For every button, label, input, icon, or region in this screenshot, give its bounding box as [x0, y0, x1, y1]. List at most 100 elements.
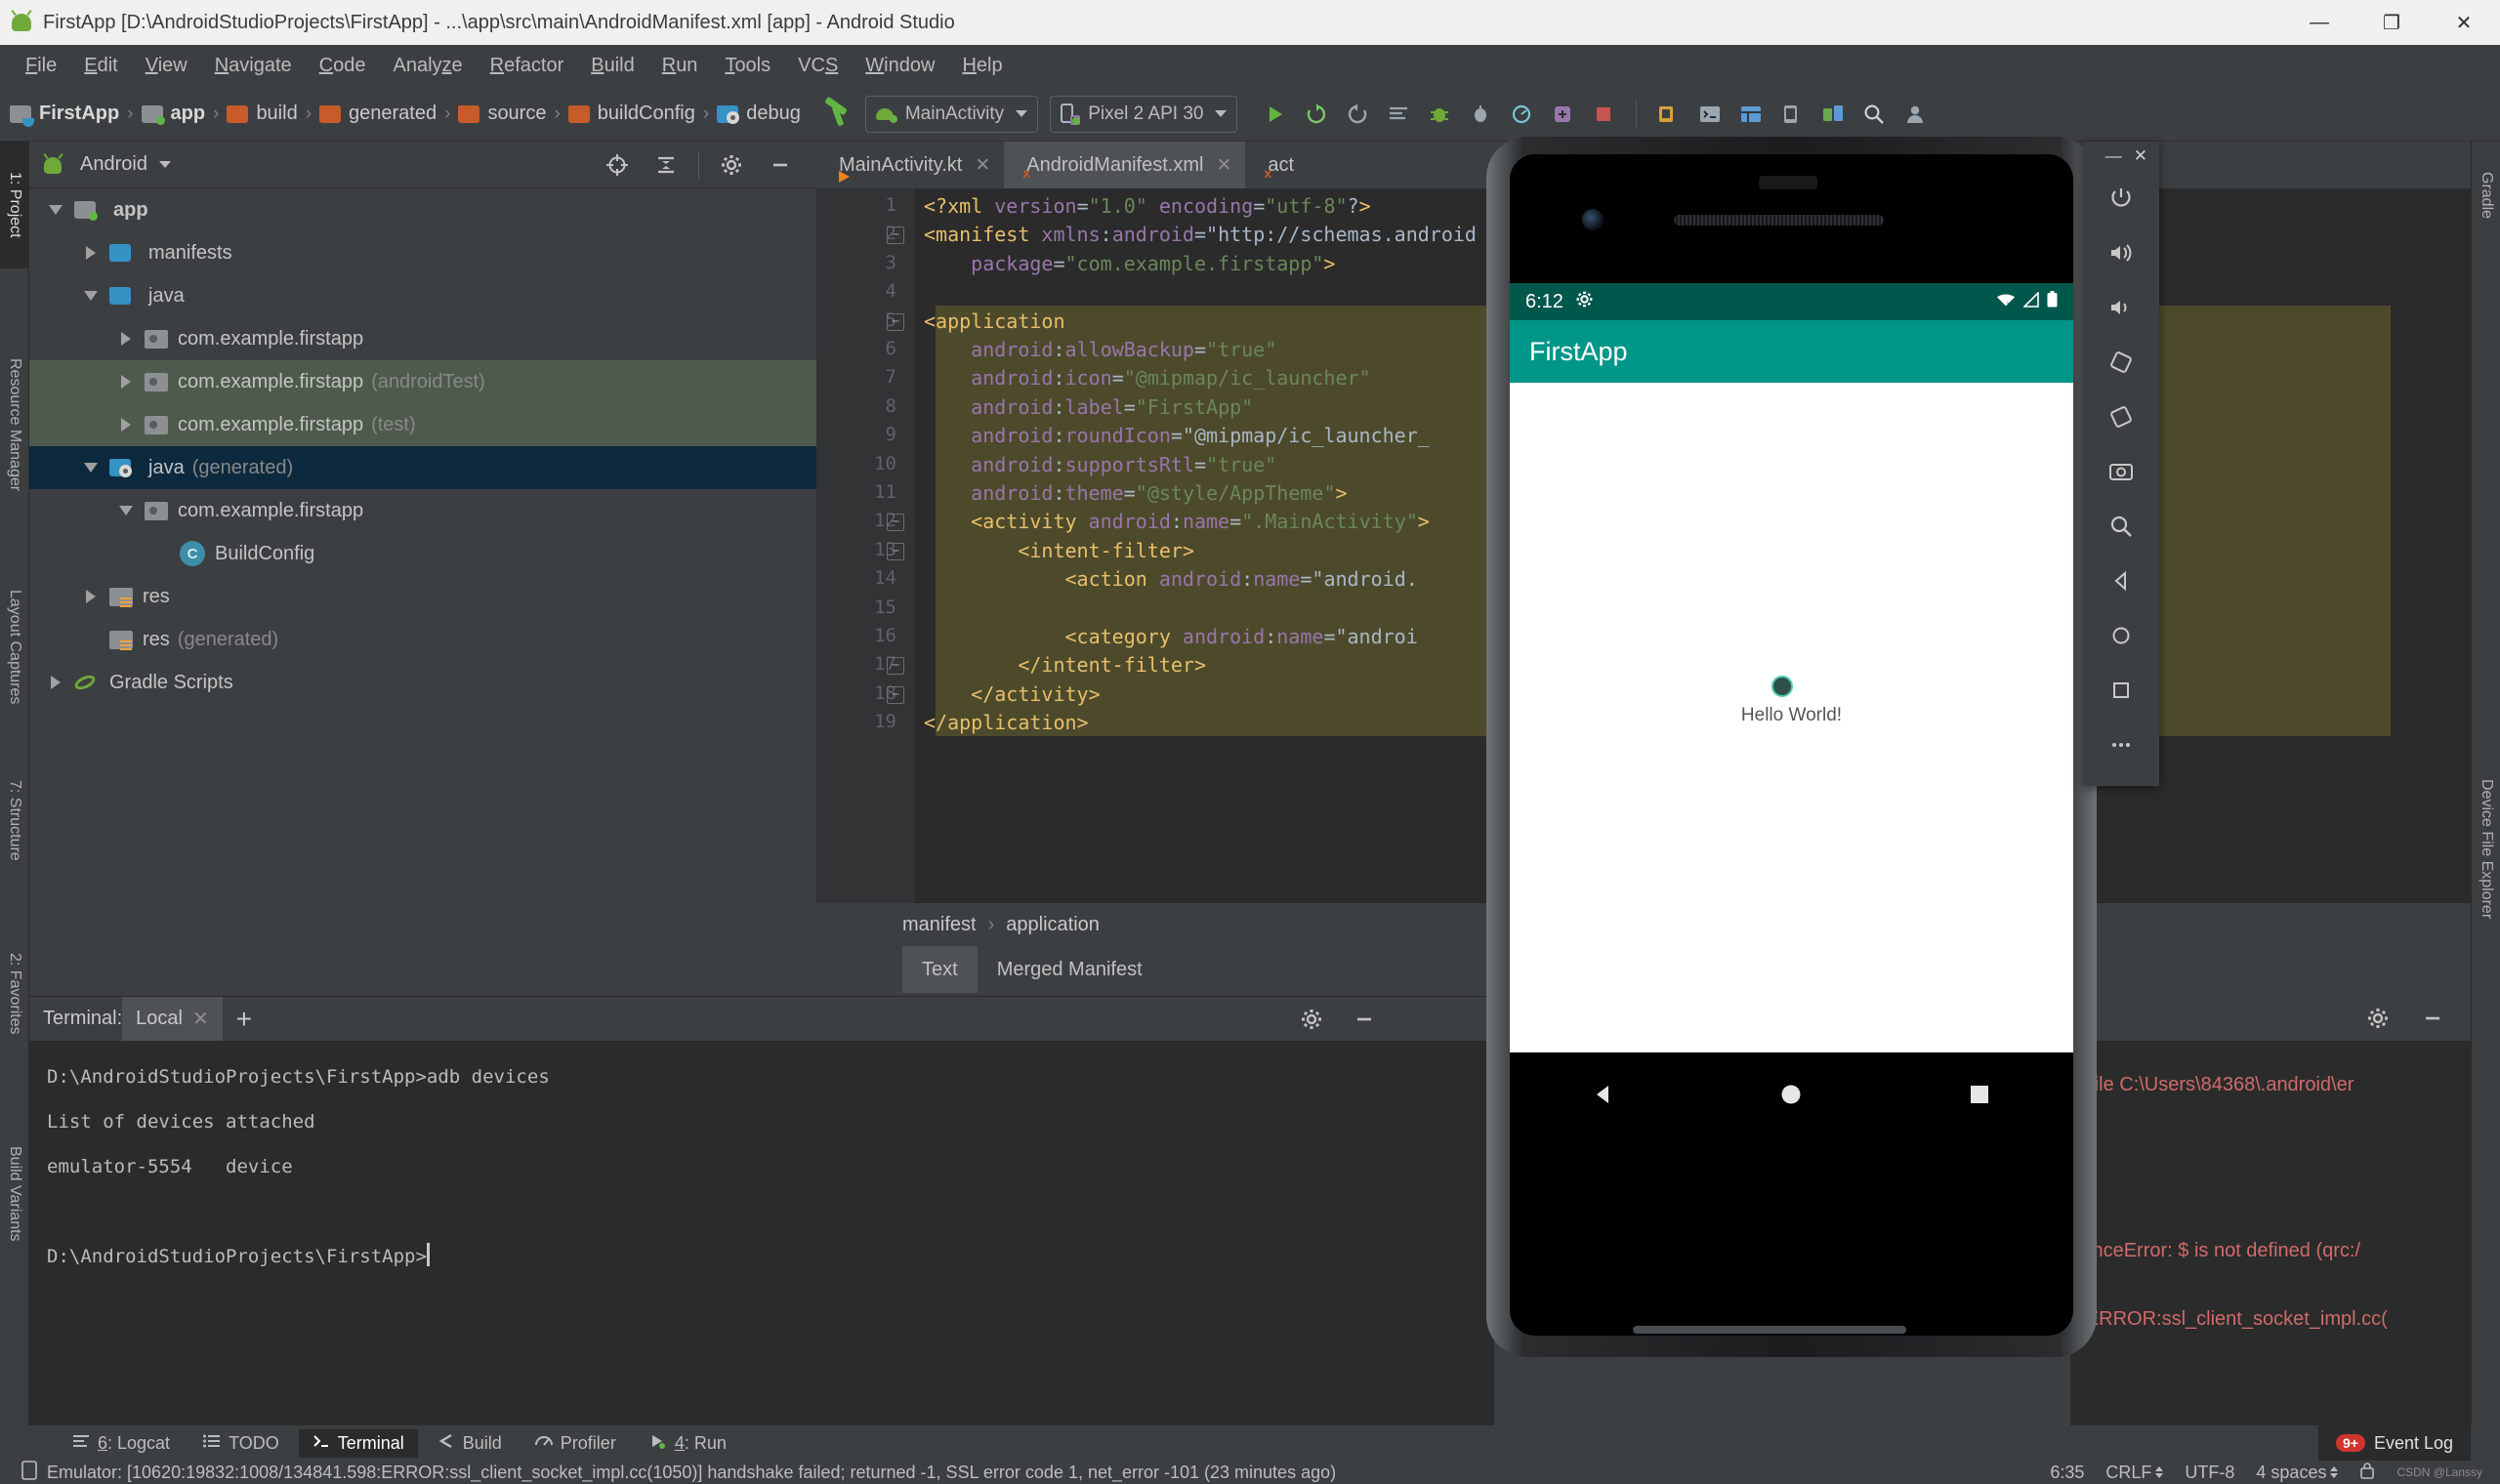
collapse-arrow-icon[interactable] — [78, 463, 104, 473]
close-icon[interactable]: ✕ — [975, 154, 990, 177]
tool-window-tab-layout-captures[interactable]: Layout Captures — [0, 561, 29, 732]
tool-window-tab-7-structure[interactable]: 7: Structure — [0, 747, 29, 893]
run-icon[interactable] — [1259, 98, 1292, 131]
project-tree[interactable]: appmanifestsjavacom.example.firstappcom.… — [29, 188, 816, 996]
expand-arrow-icon[interactable] — [113, 332, 139, 346]
minimize-button[interactable]: — — [2283, 0, 2355, 45]
search-icon[interactable] — [1857, 98, 1891, 131]
rotate-left-icon[interactable] — [2083, 335, 2159, 390]
tree-row[interactable]: Gradle Scripts — [29, 661, 816, 704]
collapse-all-icon[interactable] — [649, 148, 683, 182]
sync-gradle-icon[interactable] — [1300, 98, 1333, 131]
device-selector[interactable]: Pixel 2 API 30 — [1050, 96, 1237, 133]
collapse-arrow-icon[interactable] — [43, 205, 68, 215]
collapse-arrow-icon[interactable] — [78, 291, 104, 301]
editor-tab-act[interactable]: act — [1245, 142, 1308, 188]
breadcrumb-item-generated[interactable]: generated — [319, 103, 437, 125]
tool-window-tab-device-file-explorer[interactable]: Device File Explorer — [2472, 708, 2500, 991]
breadcrumb-item-debug[interactable]: debug — [717, 103, 801, 125]
hide-icon[interactable] — [1348, 1003, 1381, 1036]
lock-icon[interactable] — [2359, 1462, 2375, 1484]
file-encoding[interactable]: UTF-8 — [2185, 1463, 2234, 1483]
tool-window-tab-gradle[interactable]: Gradle — [2472, 142, 2500, 249]
tool-window-tab-1-project[interactable]: 1: Project — [0, 142, 29, 268]
tree-row[interactable]: java(generated) — [29, 446, 816, 489]
editor-gutter[interactable]: 12345678910111213141516171819−−−−−− — [816, 188, 914, 903]
terminal-add-button[interactable]: + — [223, 997, 266, 1042]
debug-icon[interactable] — [1423, 98, 1456, 131]
close-icon[interactable]: ✕ — [1216, 154, 1231, 177]
attach-debugger-icon[interactable] — [1464, 98, 1497, 131]
tree-row[interactable]: manifests — [29, 231, 816, 274]
indent-setting[interactable]: 4 spaces — [2256, 1463, 2326, 1483]
code-fold-icon[interactable]: − — [887, 657, 904, 675]
breadcrumb-item-buildconfig[interactable]: buildConfig — [568, 103, 695, 125]
menu-item-edit[interactable]: Edit — [70, 51, 131, 81]
expand-arrow-icon[interactable] — [78, 590, 104, 603]
device-manager-icon[interactable] — [1816, 98, 1850, 131]
menu-item-vcs[interactable]: VCS — [784, 51, 852, 81]
menu-item-file[interactable]: File — [12, 51, 70, 81]
hide-icon[interactable] — [764, 148, 797, 182]
home-button[interactable] — [1778, 1082, 1804, 1112]
hammer-icon[interactable] — [822, 101, 852, 128]
breadcrumb-item-source[interactable]: source — [458, 103, 546, 125]
tool-window-tab-build-variants[interactable]: Build Variants — [0, 1108, 29, 1279]
screenshot-icon[interactable] — [2083, 444, 2159, 499]
tree-row[interactable]: app — [29, 188, 816, 231]
menu-item-window[interactable]: Window — [852, 51, 948, 81]
terminal-output[interactable]: D:\AndroidStudioProjects\FirstApp>adb de… — [29, 1041, 1494, 1425]
editor-breadcrumb-item-manifest[interactable]: manifest — [902, 914, 977, 936]
tree-row[interactable]: res — [29, 575, 816, 618]
bottom-tab-4-run[interactable]: 4: Run — [636, 1429, 740, 1458]
emulator-window[interactable]: 6:12 x FirstApp Hello World! — [1486, 137, 2097, 1396]
menu-item-tools[interactable]: Tools — [711, 51, 784, 81]
hide-icon[interactable] — [2416, 1002, 2449, 1035]
power-icon[interactable] — [2083, 171, 2159, 226]
home-icon[interactable] — [2083, 608, 2159, 663]
menu-item-analyze[interactable]: Analyze — [379, 51, 476, 81]
breadcrumb-item-app[interactable]: app — [142, 103, 206, 125]
avd-manager-icon[interactable] — [1652, 98, 1686, 131]
collapse-arrow-icon[interactable] — [113, 506, 139, 515]
tool-window-tab-2-favorites[interactable]: 2: Favorites — [0, 913, 29, 1074]
tree-row[interactable]: res(generated) — [29, 618, 816, 661]
expand-arrow-icon[interactable] — [78, 246, 104, 260]
bottom-tab-terminal[interactable]: Terminal — [299, 1429, 418, 1458]
layout-inspector-icon[interactable] — [1734, 98, 1768, 131]
tree-row[interactable]: CBuildConfig — [29, 532, 816, 575]
terminal-icon[interactable] — [1693, 98, 1727, 131]
status-message[interactable]: Emulator: [10620:19832:1008/134841.598:E… — [47, 1463, 1336, 1483]
code-fold-icon[interactable]: − — [887, 313, 904, 331]
breadcrumb-item-firstapp[interactable]: FirstApp — [10, 103, 119, 125]
expand-arrow-icon[interactable] — [113, 418, 139, 432]
maximize-button[interactable]: ❐ — [2355, 0, 2428, 45]
menu-item-view[interactable]: View — [132, 51, 201, 81]
gear-icon[interactable] — [1295, 1003, 1328, 1036]
bottom-tab-profiler[interactable]: Profiler — [521, 1429, 630, 1458]
event-log-button[interactable]: 9+ Event Log — [2318, 1425, 2471, 1461]
editor-tab-mainactivity-kt[interactable]: MainActivity.kt✕ — [816, 142, 1004, 188]
terminal-tab-local[interactable]: Local ✕ — [122, 997, 223, 1042]
menu-item-help[interactable]: Help — [948, 51, 1016, 81]
android-navigation-bar[interactable] — [1510, 1052, 2073, 1140]
code-fold-icon[interactable]: − — [887, 543, 904, 560]
editor-tab-androidmanifest-xml[interactable]: AndroidManifest.xml✕ — [1004, 142, 1245, 188]
rotate-right-icon[interactable] — [2083, 390, 2159, 444]
run-output-panel[interactable]: .ini file C:\Users\84368\.android\er.ini… — [2070, 996, 2471, 1425]
sdk-manager-icon[interactable] — [1546, 98, 1579, 131]
tree-row[interactable]: com.example.firstapp(androidTest) — [29, 360, 816, 403]
bottom-tab-build[interactable]: Build — [424, 1429, 516, 1458]
code-fold-icon[interactable]: − — [887, 514, 904, 531]
menu-item-build[interactable]: Build — [577, 51, 647, 81]
bottom-tab-6-logcat[interactable]: 6: Logcat — [59, 1429, 184, 1458]
app-content-area[interactable]: Hello World! — [1510, 383, 2073, 1052]
chevron-down-icon[interactable] — [159, 161, 171, 168]
back-button[interactable] — [1591, 1082, 1616, 1112]
profiler-icon[interactable] — [1505, 98, 1538, 131]
close-button[interactable]: ✕ — [2428, 0, 2500, 45]
volume-down-icon[interactable] — [2083, 280, 2159, 335]
line-separator[interactable]: CRLF — [2105, 1463, 2151, 1483]
account-icon[interactable] — [1898, 98, 1932, 131]
menu-item-navigate[interactable]: Navigate — [201, 51, 306, 81]
